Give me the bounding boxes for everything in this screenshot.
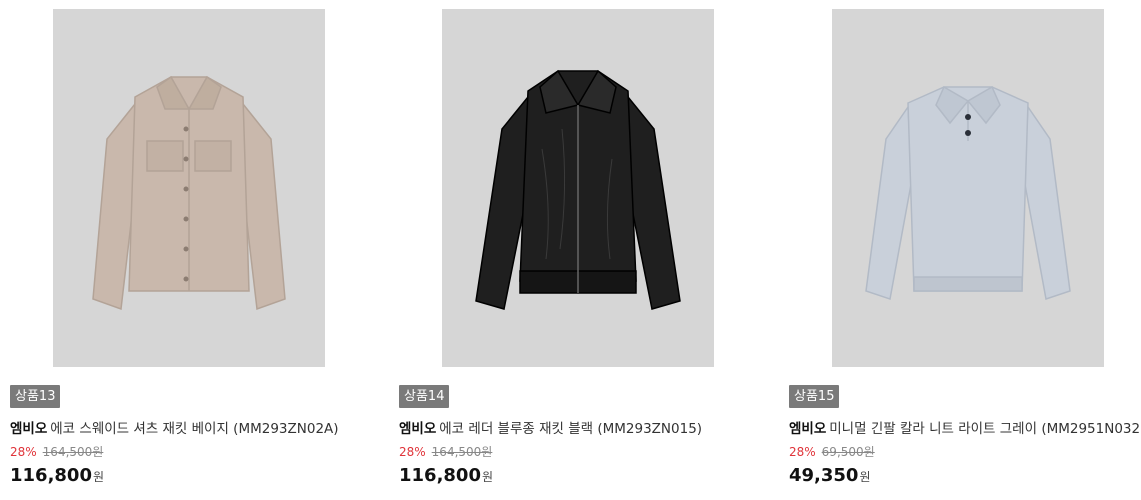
product-title[interactable]: 엠비오 미니멀 긴팔 칼라 니트 라이트 그레이 (MM2951N032)	[789, 420, 1141, 438]
sale-info: 28% 164,500원	[10, 445, 103, 460]
price-info: 116,800원	[10, 463, 104, 490]
brand-name: 엠비오	[10, 421, 48, 437]
sale-price: 116,800	[399, 465, 481, 486]
discount-rate: 28%	[10, 445, 37, 459]
currency-unit: 원	[481, 470, 494, 484]
sale-info: 28% 164,500원	[399, 445, 492, 460]
price-info: 116,800원	[399, 463, 493, 490]
product-image[interactable]	[832, 9, 1104, 367]
product-title[interactable]: 엠비오 에코 레더 블루종 재킷 블랙 (MM293ZN015)	[399, 420, 754, 438]
light-grey-collar-knit-icon	[865, 85, 1071, 300]
sale-price: 49,350	[789, 465, 859, 486]
brand-name: 엠비오	[399, 421, 437, 437]
brand-name: 엠비오	[789, 421, 827, 437]
product-image[interactable]	[442, 9, 714, 367]
sale-price: 116,800	[10, 465, 92, 486]
currency-unit: 원	[859, 470, 871, 484]
product-name: 미니멀 긴팔 칼라 니트 라이트 그레이 (MM2951N032)	[829, 421, 1141, 437]
original-price: 164,500원	[431, 445, 493, 459]
black-leather-blouson-jacket-icon	[475, 69, 681, 310]
product-badge: 상품13	[10, 385, 61, 408]
product-card[interactable]: 상품14 엠비오 에코 레더 블루종 재킷 블랙 (MM293ZN015) 28%…	[399, 0, 759, 500]
product-badge: 상품14	[399, 385, 450, 408]
product-card[interactable]: 상품13 엠비오 에코 스웨이드 셔츠 재킷 베이지 (MM293ZN02A) 2…	[10, 0, 370, 500]
beige-suede-shirt-jacket-icon	[92, 75, 286, 311]
original-price: 164,500원	[42, 445, 104, 459]
price-info: 49,350원	[789, 463, 871, 490]
discount-rate: 28%	[399, 445, 426, 459]
currency-unit: 원	[92, 470, 105, 484]
product-name: 에코 스웨이드 셔츠 재킷 베이지 (MM293ZN02A)	[50, 421, 339, 437]
original-price: 69,500원	[821, 445, 875, 459]
product-image[interactable]	[53, 9, 325, 367]
product-title[interactable]: 엠비오 에코 스웨이드 셔츠 재킷 베이지 (MM293ZN02A)	[10, 420, 365, 438]
sale-info: 28% 69,500원	[789, 445, 875, 460]
product-card[interactable]: 상품15 엠비오 미니멀 긴팔 칼라 니트 라이트 그레이 (MM2951N032…	[789, 0, 1141, 500]
product-name: 에코 레더 블루종 재킷 블랙 (MM293ZN015)	[439, 421, 703, 437]
discount-rate: 28%	[789, 445, 816, 459]
product-badge: 상품15	[789, 385, 840, 408]
